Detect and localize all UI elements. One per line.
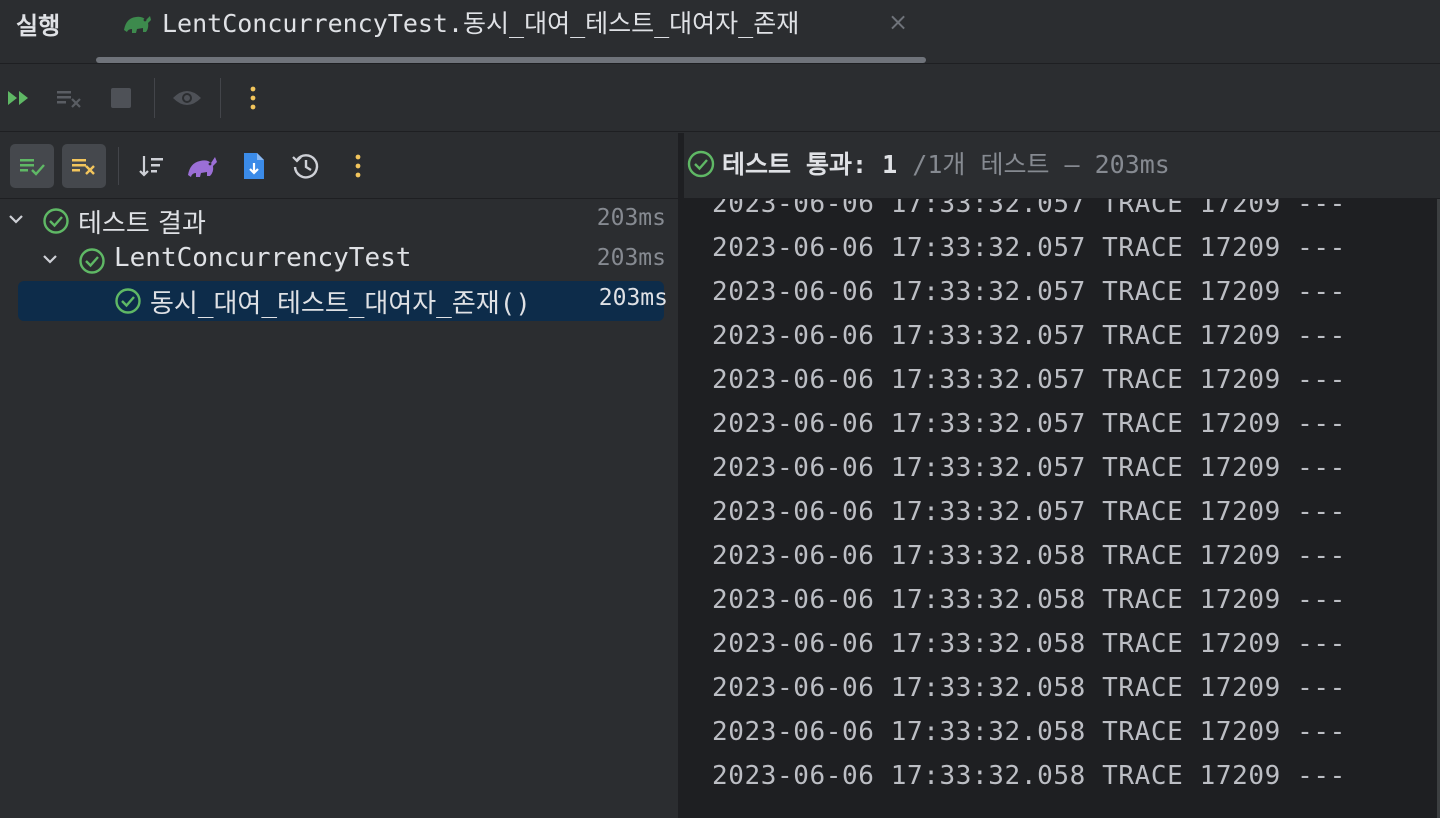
more-icon [355, 154, 361, 178]
show-ignored-button[interactable] [62, 144, 106, 188]
gradle-icon [188, 157, 217, 177]
show-passed-icon [20, 159, 45, 176]
preview-button[interactable] [170, 81, 204, 115]
console-line: 2023-06-06 17:33:32.057 TRACE 17209 --- [712, 233, 1346, 263]
status-passed-count: 1 [882, 150, 898, 179]
run-tool-window-title: 실행 [16, 12, 61, 40]
toolbar-separator [220, 78, 221, 118]
more-icon [250, 86, 256, 110]
import-results-button[interactable] [232, 144, 276, 188]
gradle-button[interactable] [180, 144, 224, 188]
rerun-icon [8, 91, 28, 105]
rerun-failed-button[interactable] [52, 81, 86, 115]
tree-node-label: 동시_대여_테스트_대여자_존재() [150, 289, 531, 319]
tree-node-method[interactable]: 동시_대여_테스트_대여자_존재() 203ms [18, 281, 668, 321]
console-line: 2023-06-06 17:33:32.058 TRACE 17209 --- [712, 541, 1346, 571]
console-line: 2023-06-06 17:33:32.057 TRACE 17209 --- [712, 453, 1346, 483]
tree-node-duration: 203ms [598, 285, 668, 311]
tool-window-tabbar: 실행 LentConcurrencyTest.동시_대여_테스트_대여자_존재 … [0, 0, 1440, 64]
test-tree-panel: 테스트 결과 203ms LentConcurrencyTest 203ms 동… [0, 133, 678, 818]
console-line: 2023-06-06 17:33:32.058 TRACE 17209 --- [712, 761, 1346, 791]
import-results-icon [244, 153, 264, 179]
test-runner-icon [124, 16, 151, 33]
console-line: 2023-06-06 17:33:32.057 TRACE 17209 --- [712, 277, 1346, 307]
tree-node-class[interactable]: LentConcurrencyTest 203ms [0, 241, 666, 281]
stop-icon [111, 88, 131, 108]
passed-check-icon [79, 248, 105, 274]
rerun-failed-icon [57, 91, 81, 108]
chevron-down-icon[interactable] [40, 249, 60, 269]
console-line: 2023-06-06 17:33:32.058 TRACE 17209 --- [712, 673, 1346, 703]
close-icon[interactable]: × [886, 8, 910, 36]
tree-node-duration: 203ms [596, 245, 666, 271]
console-line: 2023-06-06 17:33:32.058 TRACE 17209 --- [712, 629, 1346, 659]
test-status-text: 테스트 통과: 1 /1개 테스트 – 203ms [722, 145, 1170, 181]
test-tree-toolbar [0, 133, 678, 199]
show-passed-button[interactable] [10, 144, 54, 188]
passed-check-icon [687, 150, 715, 178]
history-icon [292, 154, 319, 179]
status-detail: /1개 테스트 – 203ms [912, 150, 1170, 179]
more-options-button[interactable] [236, 81, 270, 115]
history-button[interactable] [284, 144, 328, 188]
run-toolbar [0, 64, 1440, 132]
eye-icon [173, 91, 201, 105]
passed-check-icon [115, 288, 141, 314]
toolbar-separator [154, 78, 155, 118]
test-status-bar: 테스트 통과: 1 /1개 테스트 – 203ms [684, 133, 1440, 199]
status-passed-label: 테스트 통과: [722, 150, 868, 179]
tab-run-config[interactable]: LentConcurrencyTest.동시_대여_테스트_대여자_존재 × [110, 0, 928, 64]
stop-button[interactable] [104, 81, 138, 115]
more-options-button[interactable] [336, 144, 380, 188]
console-line: 2023-06-06 17:33:32.057 TRACE 17209 --- [712, 321, 1346, 351]
active-tab-indicator [96, 57, 926, 63]
toolbar-separator [118, 147, 119, 185]
console-line: 2023-06-06 17:33:32.057 TRACE 17209 --- [712, 409, 1346, 439]
tree-node-label: LentConcurrencyTest [114, 243, 412, 273]
console-line: 2023-06-06 17:33:32.057 TRACE 17209 --- [712, 497, 1346, 527]
rerun-button[interactable] [2, 81, 36, 115]
console-line: 2023-06-06 17:33:32.058 TRACE 17209 --- [712, 717, 1346, 747]
tree-node-root[interactable]: 테스트 결과 203ms [0, 201, 666, 241]
tab-label: LentConcurrencyTest.동시_대여_테스트_대여자_존재 [162, 9, 800, 38]
show-ignored-icon [72, 159, 95, 175]
tree-node-label: 테스트 결과 [78, 209, 206, 239]
tree-node-duration: 203ms [596, 205, 666, 231]
passed-check-icon [43, 208, 69, 234]
console-line: 2023-06-06 17:33:32.058 TRACE 17209 --- [712, 585, 1346, 615]
console-line: 2023-06-06 17:33:32.057 TRACE 17209 --- [712, 199, 1346, 219]
console-line: 2023-06-06 17:33:32.057 TRACE 17209 --- [712, 365, 1346, 395]
sort-icon [139, 156, 163, 177]
sort-button[interactable] [130, 144, 174, 188]
console-output[interactable]: 2023-06-06 17:33:32.057 TRACE 17209 --- 2… [684, 199, 1440, 818]
chevron-down-icon[interactable] [6, 209, 26, 229]
